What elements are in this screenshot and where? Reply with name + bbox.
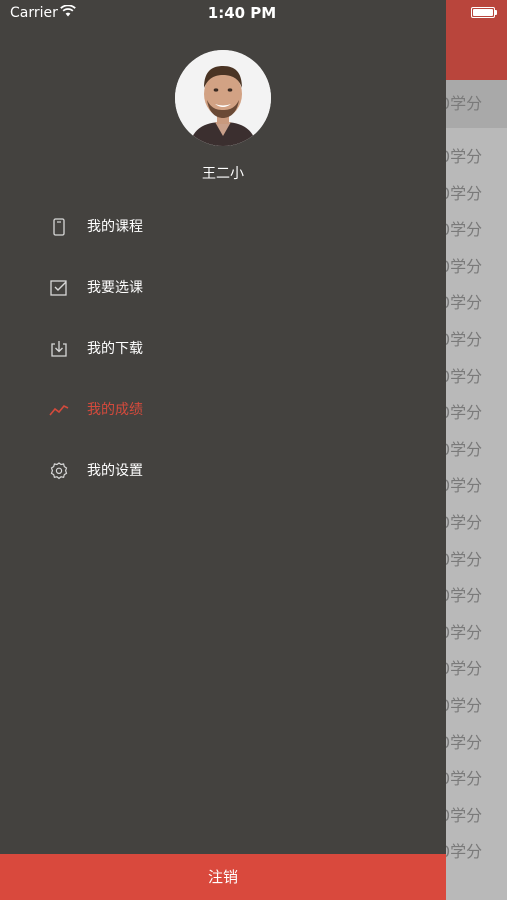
background-list-row: 0学分 (440, 147, 483, 166)
menu-item-my-grades[interactable]: 我的成绩 (0, 388, 446, 432)
background-list-row: 0学分 (440, 842, 483, 862)
background-list-row: 0学分 (440, 476, 483, 496)
background-list-row: 0学分 (440, 549, 483, 569)
avatar[interactable] (175, 50, 271, 146)
background-list-row: 0学分 (440, 805, 483, 825)
background-list-row: 0学分 (440, 183, 483, 203)
user-name: 王二小 (202, 166, 244, 182)
logout-button[interactable]: 注销 (0, 854, 446, 900)
menu-label: 我的设置 (87, 463, 143, 479)
background-list-row: 0学分 (440, 403, 483, 423)
menu-label: 我的课程 (87, 219, 143, 235)
checkbox-icon (50, 280, 67, 296)
menu-item-my-courses[interactable]: 我的课程 (0, 205, 446, 249)
background-list-row: 0学分 (440, 513, 483, 532)
background-list-row: 0学分 (440, 330, 483, 349)
menu-label: 我的下载 (87, 341, 143, 357)
menu-item-my-settings[interactable]: 我的设置 (0, 449, 446, 493)
download-icon (51, 341, 67, 357)
background-list-row: 0学分 (440, 622, 483, 642)
background-list-row: 0学分 (440, 366, 483, 386)
menu-label: 我要选课 (87, 280, 143, 296)
status-bar: Carrier 1:40 PM (0, 0, 446, 28)
menu-item-my-downloads[interactable]: 我的下载 (0, 327, 446, 371)
clock: 1:40 PM (207, 4, 277, 22)
gear-icon (50, 462, 68, 480)
background-list-row: 0学分 (440, 220, 483, 240)
background-list-row: 0学分 (440, 256, 483, 276)
side-drawer: Carrier 1:40 PM 王二小 我的课程 我要选课 我的下载 我的成绩 … (0, 0, 446, 900)
phone-icon (53, 218, 65, 236)
background-list-row: 0学分 (440, 293, 483, 313)
background-list-row: 0学分 (440, 732, 483, 752)
menu-item-select-course[interactable]: 我要选课 (0, 266, 446, 310)
background-list-row: 0学分 (440, 659, 483, 679)
background-list-row: 0学分 (440, 769, 483, 789)
background-list-row: 0学分 (440, 439, 483, 459)
trend-chart-icon (49, 405, 69, 416)
background-list-row: 0学分 (440, 586, 483, 606)
background-list-row: 0学分 (440, 696, 483, 715)
background-header-row: 0学分 (440, 94, 483, 113)
menu-label: 我的成绩 (87, 402, 143, 418)
battery-tip (495, 10, 497, 15)
avatar-portrait (175, 50, 271, 146)
